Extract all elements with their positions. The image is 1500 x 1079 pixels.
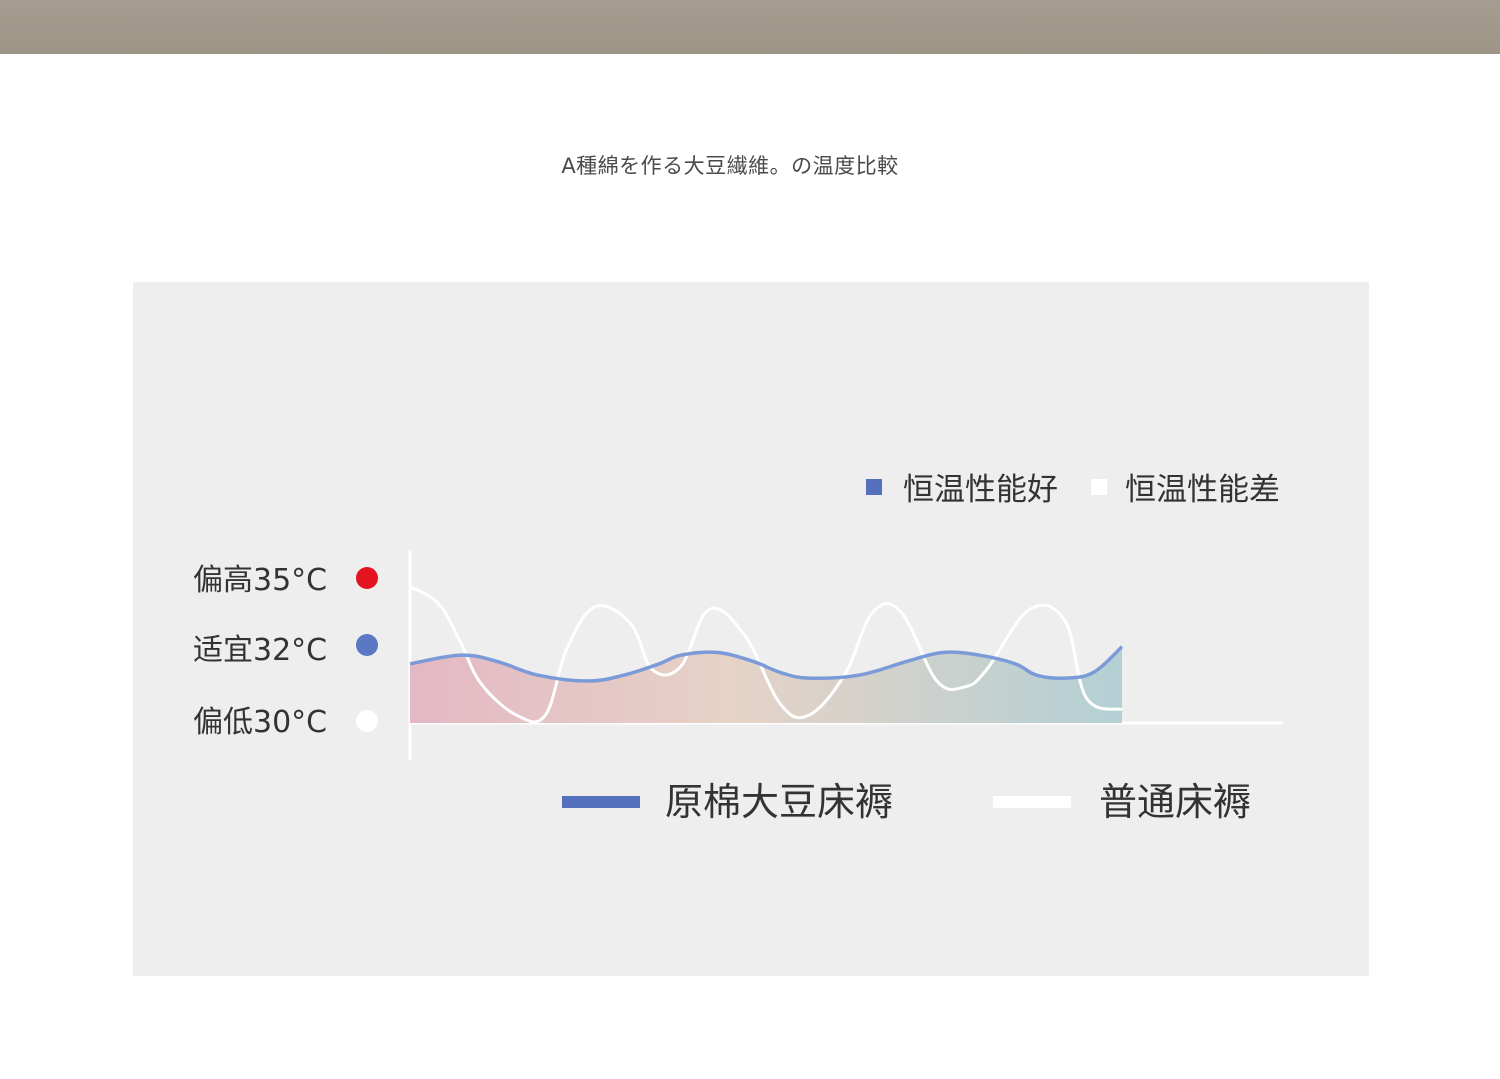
y-dot-suitable <box>356 634 378 656</box>
chart-panel: 恒温性能好 恒温性能差 偏高35°C 适宜32°C 偏低30°C 原棉大豆床褥 … <box>133 282 1369 976</box>
legend-good-label: 恒温性能好 <box>903 472 1058 508</box>
legend-series-good-label: 原棉大豆床褥 <box>665 780 893 824</box>
y-label-low: 偏低30°C <box>193 705 327 740</box>
series-good-area <box>410 646 1122 723</box>
y-dot-low <box>356 710 378 732</box>
y-dot-high <box>356 567 378 589</box>
y-label-suitable: 适宜32°C <box>193 633 327 668</box>
legend-poor-label: 恒温性能差 <box>1125 472 1280 508</box>
legend-poor-swatch <box>1091 479 1107 495</box>
y-label-high: 偏高35°C <box>193 563 327 598</box>
temperature-chart: 恒温性能好 恒温性能差 偏高35°C 适宜32°C 偏低30°C 原棉大豆床褥 … <box>193 472 1283 824</box>
header-band <box>0 0 1500 54</box>
legend-good-swatch <box>866 479 882 495</box>
legend-series-normal-label: 普通床褥 <box>1099 780 1251 824</box>
page-title: A種綿を作る大豆繊維。の温度比較 <box>561 154 899 178</box>
